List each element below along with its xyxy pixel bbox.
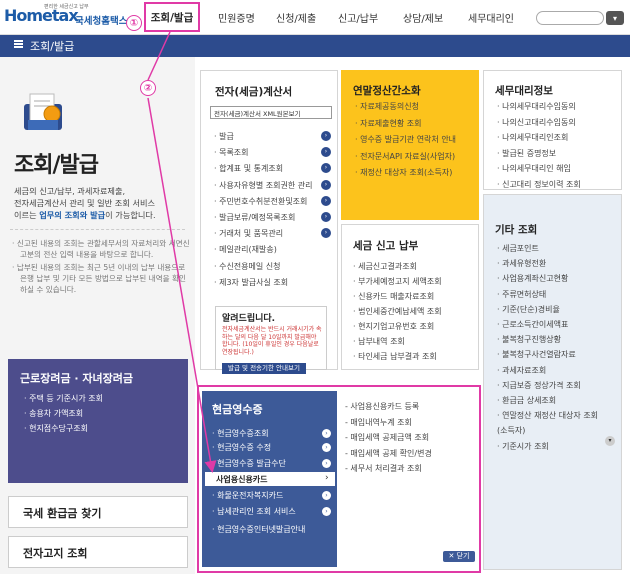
annotation-arrow xyxy=(147,31,217,473)
page-root: Hometax 편리한 세금신고 납부 국세청홈택스 조회/발급 ① 민원증명 … xyxy=(0,0,630,574)
marker-2: ② xyxy=(140,80,156,96)
